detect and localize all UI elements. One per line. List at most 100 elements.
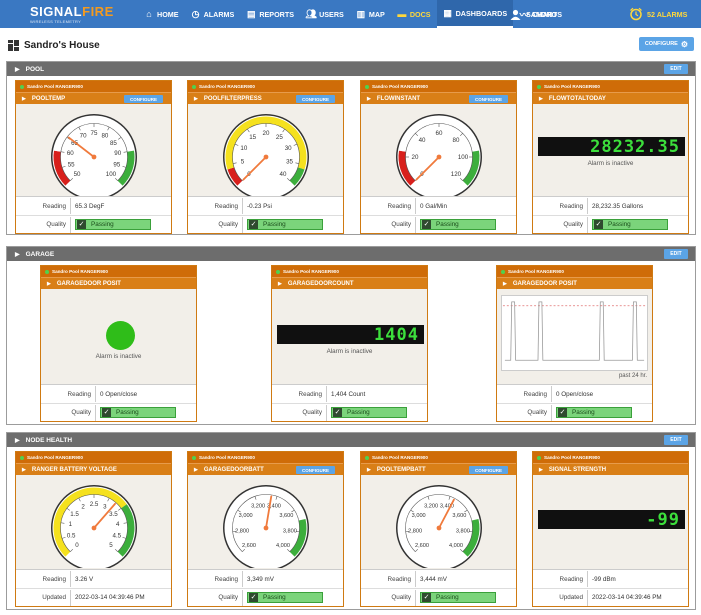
nav-map-label: MAP bbox=[368, 9, 385, 19]
widget-title-bar[interactable]: ▶ POOLTEMPBATT CONFIGURE bbox=[361, 463, 516, 475]
widget-footer: Reading 3,349 mV Quality ✓ Passing bbox=[188, 569, 343, 606]
widget-title-bar[interactable]: ▶ POOLTEMP CONFIGURE bbox=[16, 92, 171, 104]
widget-title-bar[interactable]: ▶ POOLFILTERPRESS CONFIGURE bbox=[188, 92, 343, 104]
nav-alarms-label: ALARMS bbox=[203, 9, 235, 19]
gauge-tick-label: 20 bbox=[263, 130, 270, 137]
gauge-tick-label: 3,000 bbox=[239, 513, 253, 519]
quality-badge: ✓ Passing bbox=[100, 407, 176, 418]
configure-widget-button[interactable]: CONFIGURE bbox=[296, 95, 335, 103]
brand-tagline: WIRELESS TELEMETRY bbox=[30, 18, 82, 24]
status-dot bbox=[365, 84, 369, 89]
reading-value: 3.26 V bbox=[70, 571, 171, 587]
device-name: Sandro Pool RANGER900 bbox=[508, 269, 564, 274]
device-header: Sandro Pool RANGER900 bbox=[533, 81, 688, 92]
configure-widget-button[interactable]: CONFIGURE bbox=[469, 95, 508, 103]
gauge-tick-label: 15 bbox=[249, 134, 256, 141]
gauge-tick-label: 90 bbox=[114, 150, 121, 157]
nav-docs-label: DOCS bbox=[409, 9, 431, 19]
device-header: Sandro Pool RANGER900 bbox=[188, 81, 343, 92]
gauge: 020406080100120 bbox=[396, 114, 482, 197]
widget-footer: Reading 3.26 V Updated 2022-03-14 04:39:46… bbox=[16, 569, 171, 606]
expand-caret-icon: ▶ bbox=[15, 66, 20, 73]
quality-text: Passing bbox=[263, 221, 286, 228]
gauge-tick-label: 100 bbox=[106, 171, 117, 178]
quality-badge: ✓ Passing bbox=[556, 407, 632, 418]
widget-card: Sandro Pool RANGER900 ▶ POOLFILTERPRESS CO… bbox=[187, 80, 344, 234]
quality-label: Quality bbox=[302, 409, 322, 416]
reading-row: Reading 0 Open/close bbox=[497, 385, 652, 403]
configure-widget-button[interactable]: CONFIGURE bbox=[124, 95, 163, 103]
reading-row: Reading 3,444 mV bbox=[361, 570, 516, 588]
signalfire-logo[interactable]: SIGNALFIRE WIRELESS TELEMETRY bbox=[30, 2, 124, 26]
gauge-tick-label: 4,000 bbox=[276, 543, 290, 549]
gauge-tick-label: 50 bbox=[74, 171, 81, 178]
device-name: Sandro Pool RANGER900 bbox=[544, 84, 600, 89]
widget-title-bar[interactable]: ▶ GARAGEDOORBATT CONFIGURE bbox=[188, 463, 343, 475]
gauge-tick-label: 3,000 bbox=[412, 513, 426, 519]
section-header[interactable]: ▶ POOL EDIT bbox=[7, 62, 695, 76]
updated-label: Updated bbox=[559, 594, 583, 601]
device-header: Sandro Pool RANGER900 bbox=[533, 452, 688, 463]
edit-button[interactable]: EDIT bbox=[664, 249, 688, 259]
quality-label: Quality bbox=[46, 221, 66, 228]
configure-widget-button[interactable]: CONFIGURE bbox=[296, 466, 335, 474]
widget-title-bar[interactable]: ▶ SIGNAL STRENGTH bbox=[533, 463, 688, 475]
nav-docs[interactable]: ▬ DOCS bbox=[391, 0, 437, 28]
status-dot bbox=[192, 84, 196, 89]
gauge: 5055606570 75 80859095100 bbox=[51, 114, 137, 197]
home-icon: ⌂ bbox=[146, 9, 152, 19]
nav-home[interactable]: ⌂ HOME bbox=[138, 0, 185, 28]
reading-label: Reading bbox=[42, 202, 66, 210]
widget-title-bar[interactable]: ▶ GARAGEDOOR POSIT bbox=[41, 277, 196, 289]
widget-title-bar[interactable]: ▶ GARAGEDOORCOUNT bbox=[272, 277, 427, 289]
widget-title-bar[interactable]: ▶ GARAGEDOOR POSIT bbox=[497, 277, 652, 289]
quality-badge: ✓ Passing bbox=[420, 219, 496, 230]
nav-users[interactable]: 👥︎ USERS bbox=[300, 0, 350, 28]
widget-title: POOLTEMP bbox=[31, 95, 66, 102]
widget-title-bar[interactable]: ▶ RANGER BATTERY VOLTAGE bbox=[16, 463, 171, 475]
nav-alarms[interactable]: ◷ ALARMS bbox=[185, 0, 241, 28]
alarm-status: Alarm is inactive bbox=[326, 348, 373, 355]
widget-title: GARAGEDOORCOUNT bbox=[287, 280, 354, 287]
status-dot bbox=[45, 269, 49, 274]
nav-reports[interactable]: ▤ REPORTS bbox=[240, 0, 300, 28]
gauge-tick-label: 100 bbox=[458, 154, 469, 161]
edit-button[interactable]: EDIT bbox=[664, 64, 688, 74]
alarms-indicator[interactable]: 52 ALARMS bbox=[629, 0, 687, 28]
device-name: Sandro Pool RANGER900 bbox=[52, 269, 108, 274]
section-pool: ▶ POOL EDIT Sandro Pool RANGER900 ▶ POOLTEM… bbox=[6, 61, 696, 235]
reading-value: 0 Gal/Min bbox=[415, 198, 516, 214]
nav-dashboards[interactable]: ▦ DASHBOARDS bbox=[436, 0, 514, 28]
check-icon: ✓ bbox=[422, 593, 431, 602]
gauge-tick-label: 3.5 bbox=[109, 511, 118, 518]
configure-widget-button[interactable]: CONFIGURE bbox=[469, 466, 508, 474]
gauge-tick-label: 25 bbox=[276, 134, 283, 141]
widget-title: POOLFILTERPRESS bbox=[203, 95, 262, 102]
section-header[interactable]: ▶ NODE HEALTH EDIT bbox=[7, 433, 695, 447]
widget-card: Sandro Pool RANGER900 ▶ GARAGEDOOR POSIT … bbox=[496, 265, 653, 422]
reading-value: -99 dBm bbox=[587, 571, 688, 587]
gauge-tick-label: 2,800 bbox=[235, 529, 249, 535]
nav-map[interactable]: ▥ MAP bbox=[350, 0, 391, 28]
widget-title-bar[interactable]: ▶ FLOWINSTANT CONFIGURE bbox=[361, 92, 516, 104]
quality-row: Quality ✓ Passing bbox=[16, 215, 171, 233]
quality-text: Passing bbox=[436, 221, 459, 228]
section-header[interactable]: ▶ GARAGE EDIT bbox=[7, 247, 695, 261]
status-dot bbox=[20, 455, 24, 460]
quality-label: Quality bbox=[218, 221, 238, 228]
widget-title-bar[interactable]: ▶ FLOWTOTALTODAY bbox=[533, 92, 688, 104]
check-icon: ✓ bbox=[77, 220, 86, 229]
lcd-display: 28232.35 bbox=[538, 137, 685, 157]
configure-label: CONFIGURE bbox=[644, 41, 678, 47]
check-icon: ✓ bbox=[558, 408, 567, 417]
page-header: Sandro's House CONFIGURE ⚙ bbox=[0, 28, 701, 62]
reading-value: 28,232.35 Gallons bbox=[587, 198, 688, 214]
configure-dashboard-button[interactable]: CONFIGURE ⚙ bbox=[638, 37, 694, 51]
status-indicator-light bbox=[106, 321, 135, 350]
reading-label: Reading bbox=[67, 390, 91, 398]
check-icon: ✓ bbox=[102, 408, 111, 417]
user-menu[interactable]: SANDRO bbox=[510, 0, 557, 28]
quality-badge: ✓ Passing bbox=[247, 592, 323, 603]
gauge-tick-label: 1 bbox=[69, 521, 73, 528]
edit-button[interactable]: EDIT bbox=[664, 435, 688, 445]
